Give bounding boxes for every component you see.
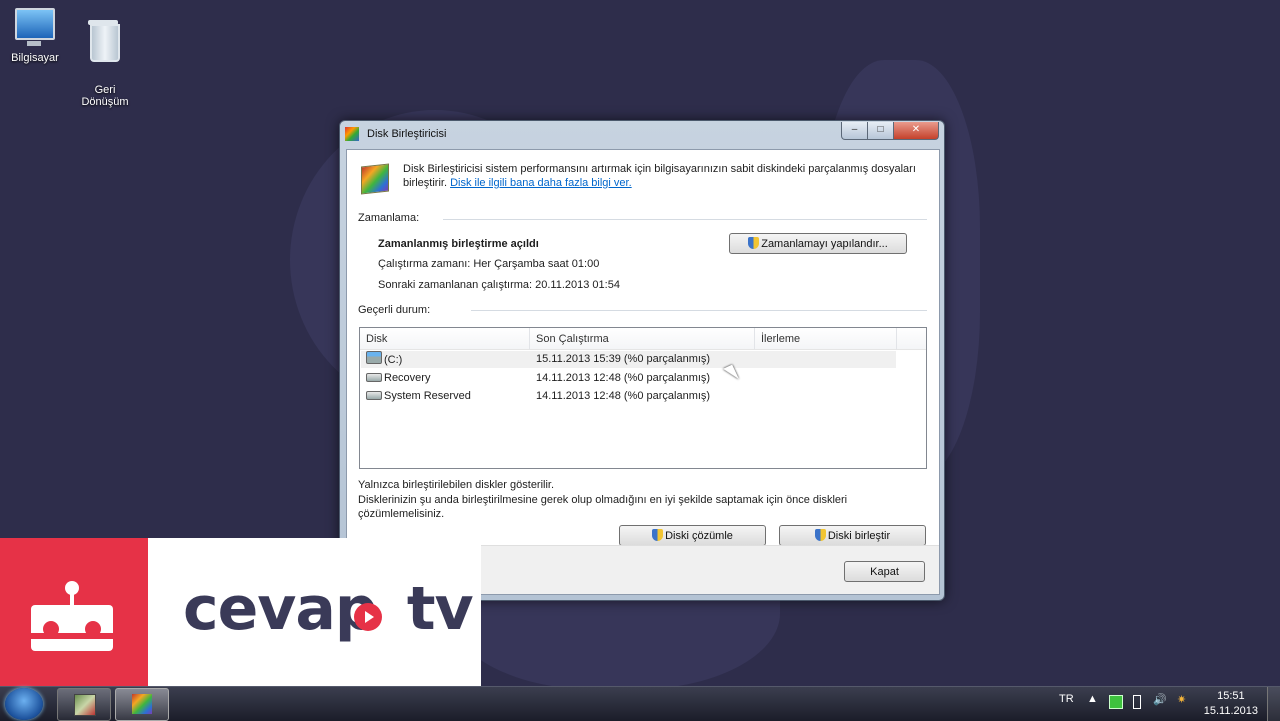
play-dot-icon <box>354 603 382 631</box>
analyze-disk-label: Diski çözümle <box>665 530 733 542</box>
last-run-cell: 14.11.2013 12:48 (%0 parçalanmış) <box>536 390 711 402</box>
disk-name: System Reserved <box>384 390 471 402</box>
table-row[interactable]: System Reserved 14.11.2013 12:48 (%0 par… <box>361 388 896 405</box>
language-indicator[interactable]: TR <box>1059 693 1074 705</box>
column-header-filler <box>897 328 926 350</box>
network-icon[interactable]: ✷ <box>1177 693 1186 706</box>
schedule-section-label: Zamanlama: <box>358 212 420 224</box>
disk-defragmenter-window: Disk Birleştiricisi – □ ✕ Disk Birleştir… <box>339 120 945 601</box>
desktop-icon-label: Bilgisayar <box>11 52 59 64</box>
intro-text-prefix: birleştirir. <box>403 177 451 189</box>
defrag-app-icon <box>132 694 152 714</box>
analyze-disk-button[interactable]: Diski çözümle <box>619 525 766 546</box>
current-status-label: Geçerli durum: <box>358 304 431 316</box>
computer-icon <box>0 8 70 46</box>
defrag-app-icon <box>345 127 359 141</box>
uac-shield-icon <box>814 529 826 541</box>
robot-logo-antenna <box>70 592 74 606</box>
taskbar: TR ▲ 🔊 ✷ 15:51 15.11.2013 <box>0 686 1280 721</box>
watermark-banner <box>148 538 481 549</box>
note-text: çözümlemelisiniz. <box>358 508 445 520</box>
disk-name: (C:) <box>384 354 403 366</box>
desktop-icon-recycle-bin[interactable]: Geri Dönüşüm <box>70 8 140 120</box>
configure-schedule-button[interactable]: Zamanlamayı yapılandır... <box>729 233 907 254</box>
column-header-progress[interactable]: İlerleme <box>755 328 897 350</box>
window-title: Disk Birleştiricisi <box>367 128 447 140</box>
battery-icon[interactable] <box>1133 695 1141 709</box>
configure-schedule-label: Zamanlamayı yapılandır... <box>761 238 888 250</box>
defrag-large-icon <box>361 163 389 195</box>
uac-shield-icon <box>748 237 760 249</box>
brand-left: cevap <box>183 574 378 644</box>
divider <box>471 310 927 311</box>
column-header-disk[interactable]: Disk <box>360 328 530 350</box>
uac-shield-icon <box>652 529 664 541</box>
schedule-run-time: Çalıştırma zamanı: Her Çarşamba saat 01:… <box>378 258 600 270</box>
title-bar[interactable]: Disk Birleştiricisi – □ ✕ <box>340 121 944 147</box>
taskbar-item-defragmenter[interactable] <box>115 688 169 721</box>
show-desktop-button[interactable] <box>1267 687 1280 721</box>
maximize-button[interactable]: □ <box>867 122 894 140</box>
drive-icon <box>366 391 382 400</box>
recycle-bin-icon <box>70 20 140 62</box>
clock-time: 15:51 <box>1217 690 1245 702</box>
disk-list[interactable]: Disk Son Çalıştırma İlerleme (C:) 15.11.… <box>359 327 927 469</box>
close-window-button[interactable]: ✕ <box>893 122 939 140</box>
table-row[interactable]: (C:) 15.11.2013 15:39 (%0 parçalanmış) <box>361 351 896 368</box>
system-drive-icon <box>366 351 382 364</box>
desktop-icon-computer[interactable]: Bilgisayar <box>0 8 70 64</box>
intro-text-line2: birleştirir. Disk ile ilgili bana daha f… <box>403 177 632 189</box>
start-button[interactable] <box>5 688 43 720</box>
divider <box>443 219 927 220</box>
volume-icon[interactable]: 🔊 <box>1153 693 1167 706</box>
window-content: Disk Birleştiricisi sistem performansını… <box>346 149 940 595</box>
taskbar-item-disk-cleanup[interactable] <box>57 688 111 721</box>
brand-right: tv <box>406 574 474 644</box>
minimize-button[interactable]: – <box>841 122 868 140</box>
robot-logo-mouth <box>30 633 114 639</box>
column-header-last-run[interactable]: Son Çalıştırma <box>530 328 755 350</box>
defragment-disk-button[interactable]: Diski birleştir <box>779 525 926 546</box>
disk-name: Recovery <box>384 372 431 384</box>
system-clock[interactable]: 15:51 15.11.2013 <box>1204 689 1258 719</box>
more-info-link[interactable]: Disk ile ilgili bana daha fazla bilgi ve… <box>450 177 632 189</box>
disk-cleanup-icon <box>74 694 96 716</box>
action-center-icon[interactable] <box>1109 695 1123 709</box>
defragment-disk-label: Diski birleştir <box>827 530 891 542</box>
cevap-tv-brand-text: cevap tv <box>183 574 474 644</box>
schedule-next-run: Sonraki zamanlanan çalıştırma: 20.11.201… <box>378 279 620 291</box>
robot-logo-head <box>30 605 114 651</box>
last-run-cell: 14.11.2013 12:48 (%0 parçalanmış) <box>536 372 711 384</box>
table-row[interactable]: Recovery 14.11.2013 12:48 (%0 parçalanmı… <box>361 370 896 387</box>
close-button[interactable]: Kapat <box>844 561 925 582</box>
note-text: Yalnızca birleştirilebilen diskler göste… <box>358 479 555 491</box>
intro-text: Disk Birleştiricisi sistem performansını… <box>403 163 916 175</box>
desktop-icon-label: Geri Dönüşüm <box>81 84 129 108</box>
note-text: Disklerinizin şu anda birleştirilmesine … <box>358 494 848 506</box>
schedule-status: Zamanlanmış birleştirme açıldı <box>378 238 539 250</box>
show-hidden-icons-button[interactable]: ▲ <box>1087 693 1098 705</box>
clock-date: 15.11.2013 <box>1203 705 1258 717</box>
drive-icon <box>366 373 382 382</box>
last-run-cell: 15.11.2013 15:39 (%0 parçalanmış) <box>536 353 711 365</box>
